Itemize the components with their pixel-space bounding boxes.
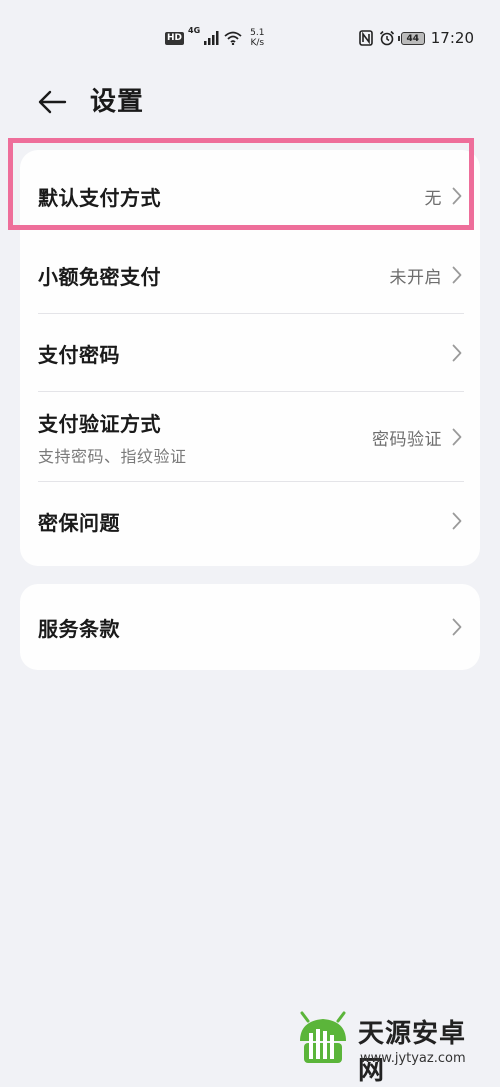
payment-settings-card: 默认支付方式 无 小额免密支付 未开启 支付密码 支付验证方式 支持密码、指纹验…	[20, 150, 480, 566]
watermark-url: www.jytyaz.com	[360, 1051, 466, 1066]
network-type: 4G	[188, 26, 201, 35]
row-label: 小额免密支付	[38, 264, 161, 289]
speed-unit: K/s	[250, 38, 265, 48]
chevron-right-icon	[452, 511, 464, 531]
row-value: 未开启	[389, 267, 442, 288]
status-right: 44 17:20	[358, 24, 474, 52]
settings-item-security-question[interactable]: 密保问题	[38, 482, 464, 560]
settings-item-payment-password[interactable]: 支付密码	[38, 314, 464, 392]
row-label: 支付验证方式	[38, 411, 161, 436]
speed-value: 5.1	[250, 28, 265, 38]
nfc-icon	[358, 30, 373, 46]
page-title: 设置	[90, 87, 145, 117]
settings-item-default-payment[interactable]: 默认支付方式 无	[38, 150, 464, 242]
wifi-icon	[224, 31, 242, 45]
status-left: HD 4G 5.1 K/s	[165, 24, 264, 52]
chevron-right-icon	[452, 186, 464, 206]
signal-icon	[204, 31, 219, 45]
row-label: 密保问题	[38, 510, 120, 535]
watermark: 天源安卓网 www.jytyaz.com	[294, 1007, 490, 1086]
settings-item-small-amount-free[interactable]: 小额免密支付 未开启	[38, 236, 464, 314]
header: 设置	[0, 72, 500, 136]
hd-badge: HD	[165, 31, 185, 45]
battery-icon: 44	[397, 31, 425, 45]
android-logo-icon	[300, 1011, 346, 1063]
alarm-icon	[379, 30, 394, 46]
row-label: 服务条款	[38, 616, 120, 641]
terms-card: 服务条款	[20, 584, 480, 670]
back-button[interactable]	[32, 82, 72, 122]
row-label: 支付密码	[38, 342, 120, 367]
row-value: 密码验证	[372, 429, 442, 450]
arrow-left-icon	[38, 90, 67, 114]
chevron-right-icon	[452, 343, 464, 363]
watermark-name: 天源安卓网	[358, 1019, 467, 1086]
network-speed: 5.1 K/s	[250, 28, 264, 48]
chevron-right-icon	[452, 265, 464, 285]
settings-item-terms-of-service[interactable]: 服务条款	[38, 584, 464, 670]
clock: 17:20	[430, 29, 474, 47]
row-value: 无	[424, 188, 442, 209]
settings-item-verification-method[interactable]: 支付验证方式 支持密码、指纹验证 密码验证	[38, 392, 464, 482]
chevron-right-icon	[452, 427, 464, 447]
row-sublabel: 支持密码、指纹验证	[38, 446, 187, 466]
row-label: 默认支付方式	[38, 185, 161, 210]
status-bar: HD 4G 5.1 K/s 44 17:20	[0, 0, 500, 72]
chevron-right-icon	[452, 617, 464, 637]
